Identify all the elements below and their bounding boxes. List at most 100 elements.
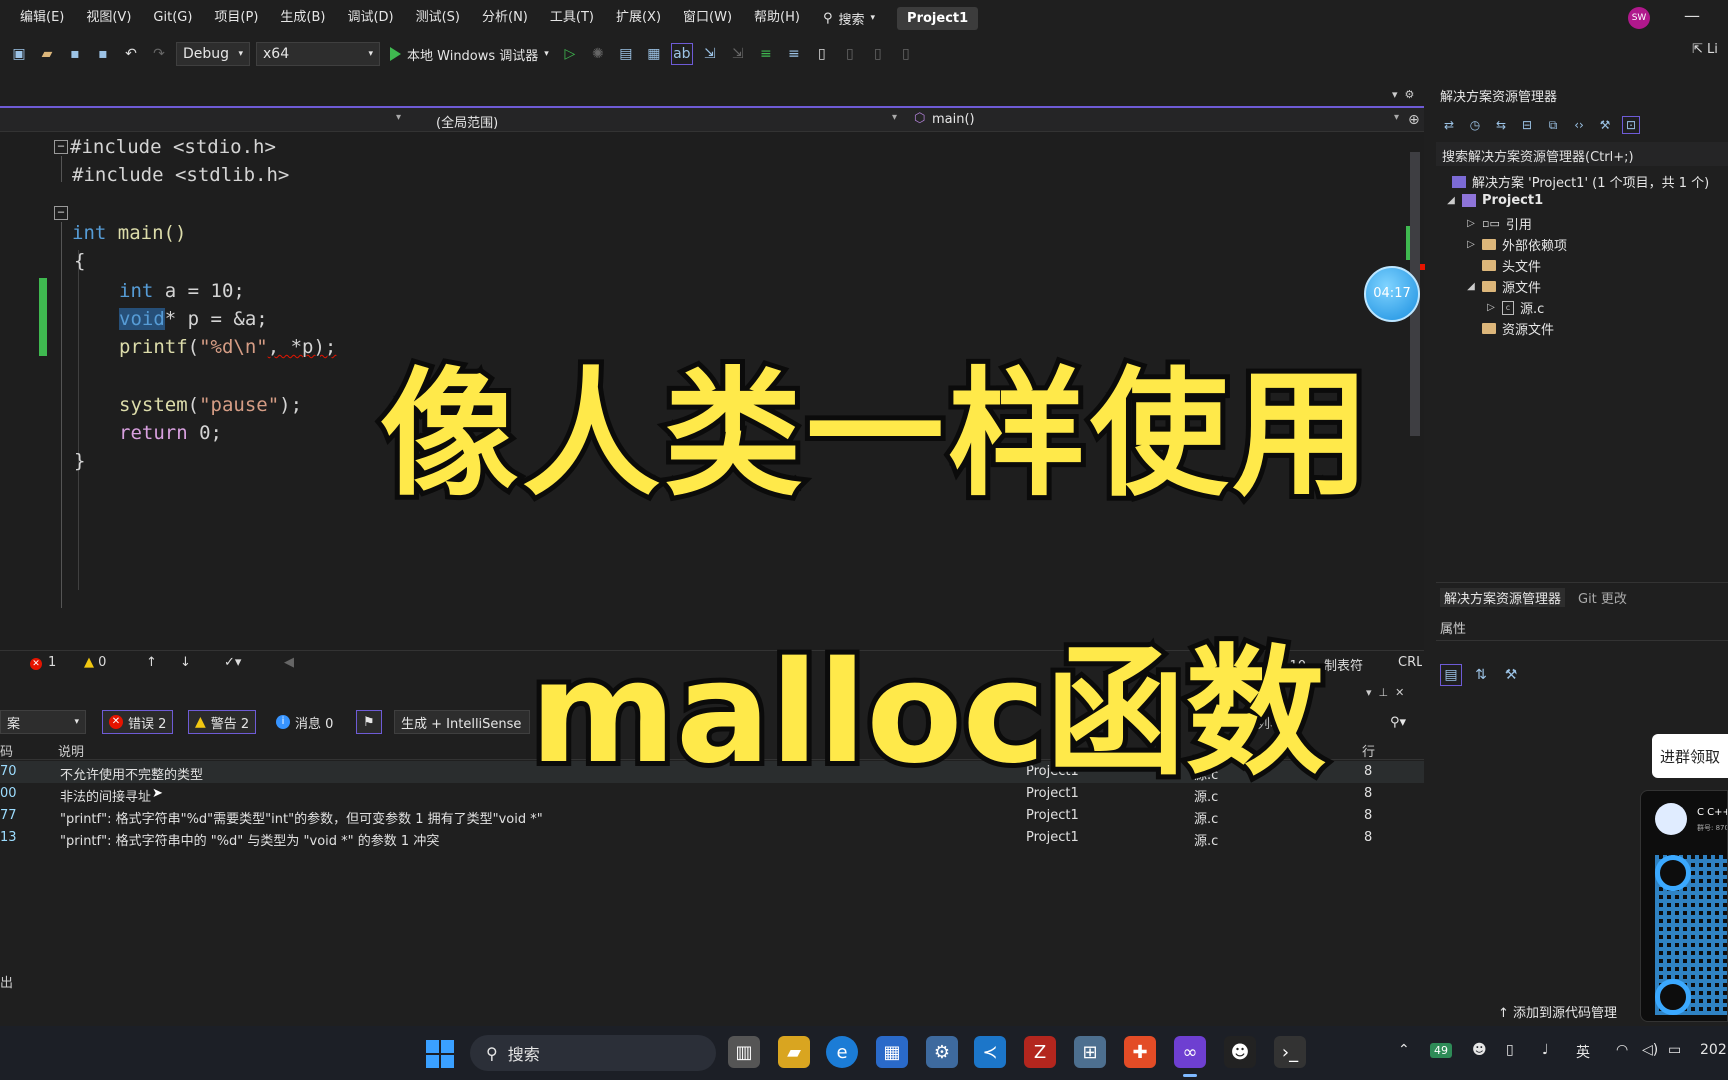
tab-git-changes[interactable]: Git 更改	[1578, 588, 1627, 607]
menu-extensions[interactable]: 扩展(X)	[605, 0, 672, 36]
microphone-icon[interactable]: ♩	[1542, 1042, 1549, 1058]
scroll-left-icon[interactable]: ◀	[284, 655, 294, 670]
menu-search[interactable]: ⚲ 搜索 ▾	[811, 9, 887, 28]
windows-start-icon[interactable]	[426, 1040, 454, 1068]
tree-project[interactable]: ◢ Project1	[1446, 193, 1543, 208]
project-name-badge[interactable]: Project1	[897, 6, 979, 30]
tab-solution-explorer[interactable]: 解决方案资源管理器	[1440, 588, 1566, 607]
preview-icon[interactable]: ⊡	[1622, 116, 1640, 134]
tree-solution[interactable]: 解决方案 'Project1' (1 个项目，共 1 个)	[1452, 172, 1709, 191]
redo-icon[interactable]: ↷	[148, 43, 170, 65]
menu-debug[interactable]: 调试(D)	[336, 0, 404, 36]
column-description[interactable]: 说明	[58, 741, 84, 760]
network-app-icon[interactable]: ⊞	[1074, 1036, 1106, 1068]
switch-views-icon[interactable]: ⇄	[1440, 116, 1458, 134]
xmind-icon[interactable]: ✚	[1124, 1036, 1156, 1068]
bookmark-icon[interactable]: ▯	[811, 43, 833, 65]
comment-icon[interactable]: ≡	[755, 43, 777, 65]
menu-tools[interactable]: 工具(T)	[539, 0, 605, 36]
chevron-down-icon[interactable]: ▾	[1392, 88, 1398, 101]
filter-icon[interactable]: ⚑	[356, 710, 382, 734]
warnings-filter-button[interactable]: ▲ 警告 2	[188, 710, 257, 734]
battery-icon[interactable]: ▭	[1668, 1042, 1681, 1058]
output-tab[interactable]: 出	[0, 972, 13, 991]
step-icon[interactable]: ⇲	[699, 43, 721, 65]
chevron-down-icon[interactable]: ▾	[892, 112, 897, 123]
menu-project[interactable]: 项目(P)	[203, 0, 269, 36]
wifi-icon[interactable]: ◠	[1616, 1042, 1628, 1058]
tree-source-files[interactable]: ◢ 源文件	[1466, 277, 1541, 296]
alphabetical-icon[interactable]: ⇅	[1470, 664, 1492, 686]
visual-studio-icon[interactable]: ∞	[1174, 1036, 1206, 1068]
sync-icon[interactable]: ⇆	[1492, 116, 1510, 134]
menu-view[interactable]: 视图(V)	[75, 0, 142, 36]
chevron-down-icon[interactable]: ▾	[1394, 112, 1399, 123]
column-code[interactable]: 码	[0, 741, 13, 760]
scope-dropdown[interactable]: (全局范围)	[436, 112, 498, 131]
tree-resource-files[interactable]: 资源文件	[1482, 319, 1554, 338]
function-dropdown[interactable]: main()	[932, 112, 975, 127]
categorized-icon[interactable]: ▤	[1440, 664, 1462, 686]
new-project-icon[interactable]: ▣	[8, 43, 30, 65]
step-over-icon[interactable]: ⇲	[727, 43, 749, 65]
bookmark-prev-icon[interactable]: ▯	[839, 43, 861, 65]
wrench-icon[interactable]: ⚒	[1596, 116, 1614, 134]
gear-icon[interactable]: ⚙	[1405, 88, 1415, 101]
hot-reload-icon[interactable]: ✺	[587, 43, 609, 65]
avatar[interactable]: SW	[1628, 7, 1650, 29]
join-group-tag[interactable]: 进群领取	[1652, 734, 1728, 778]
live-share-button[interactable]: ⇱ Li	[1692, 42, 1718, 57]
split-editor-icon[interactable]: ⊕	[1408, 112, 1420, 128]
edge-icon[interactable]: e	[826, 1036, 858, 1068]
tab-mode-indicator[interactable]: 制表符	[1324, 655, 1363, 674]
tray-app-badge[interactable]: 49	[1430, 1042, 1452, 1058]
tree-external-dependencies[interactable]: ▷ 外部依赖项	[1466, 235, 1567, 254]
save-icon[interactable]: ▪	[64, 43, 86, 65]
filezilla-icon[interactable]: Z	[1024, 1036, 1056, 1068]
chevron-down-icon[interactable]: ▾	[396, 112, 401, 123]
build-filter-select[interactable]: 生成 + IntelliSense	[394, 710, 530, 734]
solution-search-input[interactable]: 搜索解决方案资源管理器(Ctrl+;)	[1436, 142, 1728, 166]
ime-indicator[interactable]: 英	[1576, 1042, 1590, 1062]
terminal-icon[interactable]: ›_	[1274, 1036, 1306, 1068]
spell-check-icon[interactable]: ab	[670, 43, 693, 65]
minimize-button[interactable]: —	[1684, 6, 1700, 25]
browse-folder-icon[interactable]: ▤	[615, 43, 637, 65]
vscode-icon[interactable]: ≺	[974, 1036, 1006, 1068]
tree-references[interactable]: ▷ ▫▭ 引用	[1466, 214, 1532, 233]
menu-help[interactable]: 帮助(H)	[743, 0, 811, 36]
menu-git[interactable]: Git(G)	[142, 0, 203, 36]
error-count[interactable]: ✕ 1	[30, 655, 56, 670]
taskbar-search[interactable]: ⚲ 搜索	[470, 1035, 716, 1071]
volume-icon[interactable]: ◁)	[1642, 1042, 1658, 1058]
configuration-select[interactable]: Debug ▾	[176, 42, 250, 66]
start-debugging-button[interactable]: 本地 Windows 调试器 ▾	[386, 45, 553, 64]
collapse-all-icon[interactable]: ⊟	[1518, 116, 1536, 134]
task-view-icon[interactable]: ▥	[728, 1036, 760, 1068]
property-pages-icon[interactable]: ⚒	[1500, 664, 1522, 686]
uncomment-icon[interactable]: ≡	[783, 43, 805, 65]
layout-icon[interactable]: ▦	[643, 43, 665, 65]
tree-source-file[interactable]: ▷ c 源.c	[1486, 298, 1544, 317]
messages-filter-button[interactable]: i 消息 0	[270, 710, 339, 734]
tree-header-files[interactable]: 头文件	[1482, 256, 1541, 275]
settings-app-icon[interactable]: ⚙	[926, 1036, 958, 1068]
menu-test[interactable]: 测试(S)	[405, 0, 471, 36]
warning-count[interactable]: ▲ 0	[84, 655, 106, 670]
save-all-icon[interactable]: ▪	[92, 43, 114, 65]
open-folder-icon[interactable]: ▰	[36, 43, 58, 65]
close-icon[interactable]: ✕	[1395, 686, 1404, 699]
error-row[interactable]: 13 "printf": 格式字符串中的 "%d" 与类型为 "void *" …	[0, 827, 1424, 849]
chevron-down-icon[interactable]: ▾	[1366, 686, 1372, 699]
qq-tray-icon[interactable]: ☻	[1472, 1042, 1487, 1058]
bookmark-next-icon[interactable]: ▯	[867, 43, 889, 65]
search-icon[interactable]: ⚲▾	[1384, 710, 1412, 734]
menu-edit[interactable]: 编辑(E)	[0, 0, 75, 36]
error-row[interactable]: 77 "printf": 格式字符串"%d"需要类型"int"的参数，但可变参数…	[0, 805, 1424, 827]
code-view-icon[interactable]: ‹›	[1570, 116, 1588, 134]
undo-icon[interactable]: ↶	[120, 43, 142, 65]
file-explorer-icon[interactable]: ▰	[778, 1036, 810, 1068]
menu-build[interactable]: 生成(B)	[269, 0, 336, 36]
column-line[interactable]: 行	[1362, 741, 1375, 760]
collapse-icon[interactable]: −	[54, 140, 68, 154]
